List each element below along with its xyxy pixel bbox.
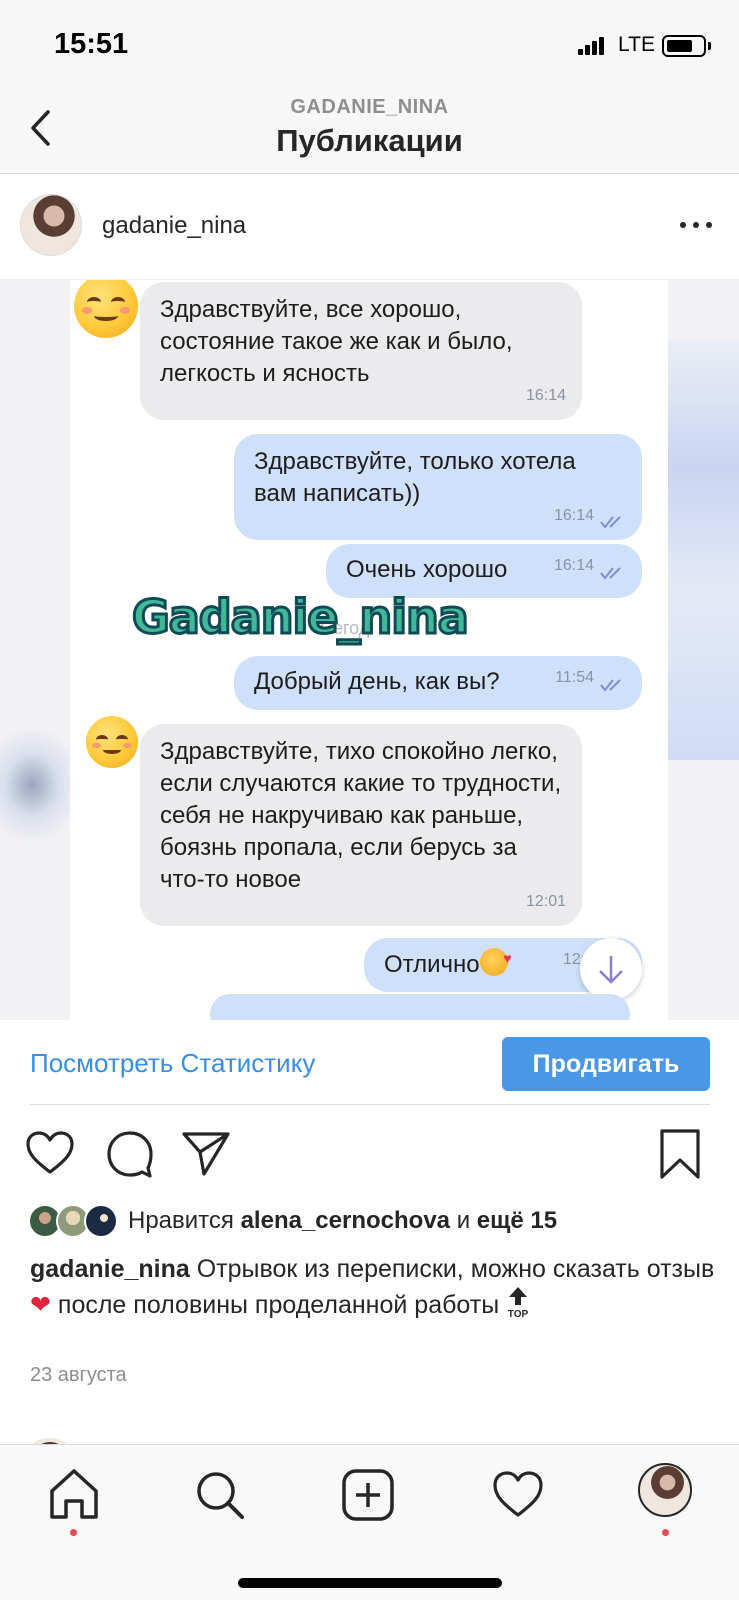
likes-prefix: Нравится (128, 1207, 234, 1234)
battery-icon (662, 35, 706, 57)
message-time: 16:14 (553, 557, 594, 574)
read-ticks-icon (600, 516, 621, 529)
read-ticks-icon (600, 679, 621, 692)
nav-subtitle: GADANIE_NINA (290, 96, 449, 118)
status-bar: 15:51 LTE (0, 0, 739, 90)
divider (30, 1104, 710, 1105)
action-bar (0, 1128, 739, 1184)
message-bubble-incoming: Здравствуйте, все хорошо, состояние тако… (140, 282, 582, 420)
message-time: 11:54 (555, 669, 594, 686)
message-bubble-incoming: Здравствуйте, тихо спокойно легко, если … (140, 724, 582, 926)
message-bubble-outgoing: Добрый день, как вы? 11:54 (234, 656, 642, 710)
home-icon[interactable] (46, 1467, 102, 1523)
top-arrow-emoji-icon: TOP (506, 1285, 530, 1320)
smiling-emoji-icon (86, 716, 138, 768)
arrow-down-icon (599, 956, 623, 984)
message-time: 12:01 (525, 893, 566, 910)
message-text: Очень хорошо (346, 556, 508, 583)
avatar[interactable] (20, 194, 82, 256)
watermark-logo: Gadanie_nina (131, 589, 471, 646)
more-dots-icon[interactable] (680, 220, 714, 230)
profile-notification-dot (662, 1529, 669, 1536)
liker-username[interactable]: alena_cernochova (241, 1207, 450, 1234)
scroll-down-button (580, 938, 642, 1000)
read-ticks-icon (600, 567, 621, 580)
view-insights-link[interactable]: Посмотреть Статистику (30, 1048, 315, 1079)
signal-icon (578, 35, 606, 55)
home-notification-dot (70, 1529, 77, 1536)
post-username[interactable]: gadanie_nina (102, 212, 246, 240)
likes-others[interactable]: ещё 15 (477, 1207, 557, 1234)
likes-summary: Нравится alena_cernochova и ещё 15 (128, 1207, 557, 1235)
message-text: Здравствуйте, тихо спокойно легко, если … (160, 738, 562, 893)
message-bubble-outgoing: Здравствуйте, только хотела вам написать… (234, 434, 642, 540)
promote-button[interactable]: Продвигать (502, 1037, 710, 1091)
liker-avatars (28, 1204, 120, 1238)
caption-username[interactable]: gadanie_nina (30, 1255, 190, 1283)
bookmark-icon[interactable] (654, 1128, 706, 1180)
post-header: gadanie_nina (0, 174, 739, 280)
comment-icon[interactable] (104, 1128, 156, 1180)
message-time: 16:14 (553, 507, 594, 524)
tab-bar (0, 1444, 739, 1600)
message-bubble-partial (210, 994, 630, 1020)
post-date: 23 августа (30, 1364, 127, 1386)
post-image[interactable]: Здравствуйте, все хорошо, состояние тако… (0, 280, 739, 1020)
message-text: Здравствуйте, все хорошо, состояние тако… (160, 296, 513, 387)
blurred-region (0, 730, 80, 840)
likes-row[interactable]: Нравится alena_cernochova и ещё 15 (28, 1204, 718, 1240)
message-time: 16:14 (525, 387, 566, 404)
post-caption: gadanie_nina Отрывок из переписки, можно… (30, 1254, 720, 1321)
add-post-icon[interactable] (340, 1467, 396, 1523)
avatar (84, 1204, 118, 1238)
heart-icon[interactable] (24, 1128, 76, 1180)
status-time: 15:51 (54, 28, 129, 60)
caption-text: Отрывок из переписки, можно сказать отзы… (196, 1255, 715, 1283)
insights-row: Посмотреть Статистику Продвигать (0, 1020, 739, 1106)
network-label: LTE (618, 33, 655, 56)
chat-screenshot: Здравствуйте, все хорошо, состояние тако… (70, 280, 668, 1020)
caption-text-continued: после половины проделанной работы (57, 1291, 500, 1319)
paper-plane-icon[interactable] (180, 1128, 232, 1180)
smiling-hearts-emoji-icon (479, 942, 512, 976)
top-label: TOP (508, 1309, 529, 1319)
likes-joiner: и (456, 1207, 471, 1234)
battery-tip (708, 42, 711, 50)
nav-header: GADANIE_NINA Публикации (0, 90, 739, 174)
message-text: Здравствуйте, только хотела вам написать… (254, 448, 576, 507)
heart-icon[interactable] (490, 1467, 546, 1523)
home-indicator (238, 1578, 502, 1588)
red-heart-emoji: ❤ (30, 1291, 51, 1319)
page-title: Публикации (276, 123, 463, 158)
smiling-emoji-icon (74, 280, 138, 338)
message-text-value: Отлично (384, 951, 480, 978)
blurred-region (668, 340, 739, 760)
search-icon[interactable] (192, 1467, 248, 1523)
profile-tab-avatar[interactable] (638, 1463, 692, 1517)
